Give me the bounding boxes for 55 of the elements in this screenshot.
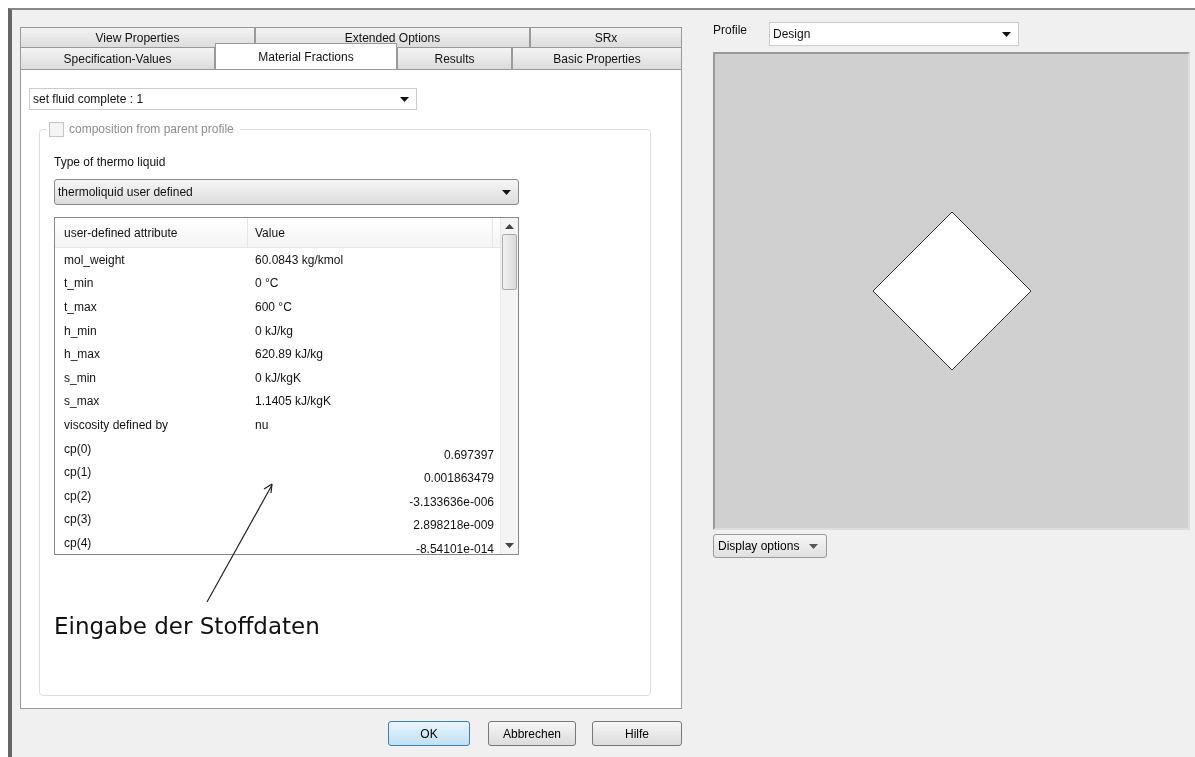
- scroll-down-icon[interactable]: [505, 543, 514, 548]
- caret-icon: [400, 96, 409, 102]
- dialog-button[interactable]: OK: [388, 721, 470, 746]
- table-cell-text: 0 °C: [254, 275, 280, 292]
- caret-icon: [809, 543, 819, 549]
- scrollbar[interactable]: [500, 218, 518, 554]
- column-header[interactable]: Value: [248, 218, 493, 247]
- table-cell-text: cp(0): [63, 440, 93, 457]
- table-cell-text: 1.1405 kJ/kgK: [254, 393, 333, 410]
- caret-icon: [1002, 31, 1011, 37]
- tab[interactable]: SRx: [530, 27, 682, 47]
- table-cell-text: -3.133636e-006: [408, 493, 495, 510]
- table-cell-text: cp(4): [63, 534, 93, 551]
- annotation-text: Eingabe der Stoffdaten: [54, 613, 320, 639]
- table-cell-text: 0.001863479: [422, 470, 495, 487]
- checkbox-label: composition from parent profile: [69, 122, 234, 136]
- tab[interactable]: View Properties: [20, 27, 255, 47]
- table-cell-text: t_max: [63, 299, 98, 315]
- table-cell-text: t_min: [63, 275, 95, 292]
- tab[interactable]: Basic Properties: [512, 47, 682, 69]
- diamond-shape[interactable]: [871, 211, 1032, 371]
- column-header[interactable]: user-defined attribute: [55, 218, 248, 247]
- display-options-button[interactable]: Display options: [713, 534, 828, 558]
- table-cell-text: 2.898218e-009: [412, 517, 495, 534]
- table-cell-text: h_min: [63, 322, 98, 339]
- table-cell-text: cp(1): [63, 464, 93, 481]
- tab[interactable]: Results: [397, 47, 512, 69]
- table-cell-text: s_min: [63, 369, 97, 386]
- scrollbar-thumb[interactable]: [502, 234, 517, 290]
- table-cell-text: 600 °C: [254, 299, 293, 315]
- table-cell-text: 0 kJ/kg: [254, 322, 294, 339]
- table-cell-text: nu: [254, 416, 270, 433]
- table-cell-text: cp(2): [63, 487, 93, 504]
- table-cell-text: h_max: [63, 346, 102, 363]
- profile-dropdown[interactable]: Design: [769, 22, 1019, 46]
- set-dropdown[interactable]: set fluid complete : 1: [29, 88, 417, 110]
- tab[interactable]: Extended Options: [255, 27, 530, 47]
- table-cell-text: -8.54101e-014: [414, 540, 495, 554]
- scroll-up-icon[interactable]: [505, 224, 514, 229]
- profile-label: Profile: [713, 23, 747, 37]
- table-cell-text: cp(3): [63, 511, 93, 528]
- dialog-button[interactable]: Hilfe: [592, 721, 682, 746]
- tab[interactable]: Material Fractions: [215, 43, 397, 69]
- table-cell-text: 60.0843 kg/kmol: [254, 251, 345, 268]
- tab[interactable]: Specification-Values: [20, 47, 215, 69]
- table-cell-text: 0.697397: [442, 446, 495, 463]
- table-cell-text: viscosity defined by: [63, 416, 170, 433]
- table-cell-text: mol_weight: [63, 251, 126, 268]
- dialog-button[interactable]: Abbrechen: [488, 721, 576, 746]
- thermo-dropdown[interactable]: thermoliquid user defined: [54, 179, 519, 205]
- table-cell-text: s_max: [63, 393, 101, 410]
- caret-icon: [502, 189, 511, 195]
- table-cell-text: 0 kJ/kgK: [254, 369, 303, 386]
- table-cell-text: 620.89 kJ/kg: [254, 346, 325, 363]
- thermo-label: Type of thermo liquid: [54, 155, 167, 169]
